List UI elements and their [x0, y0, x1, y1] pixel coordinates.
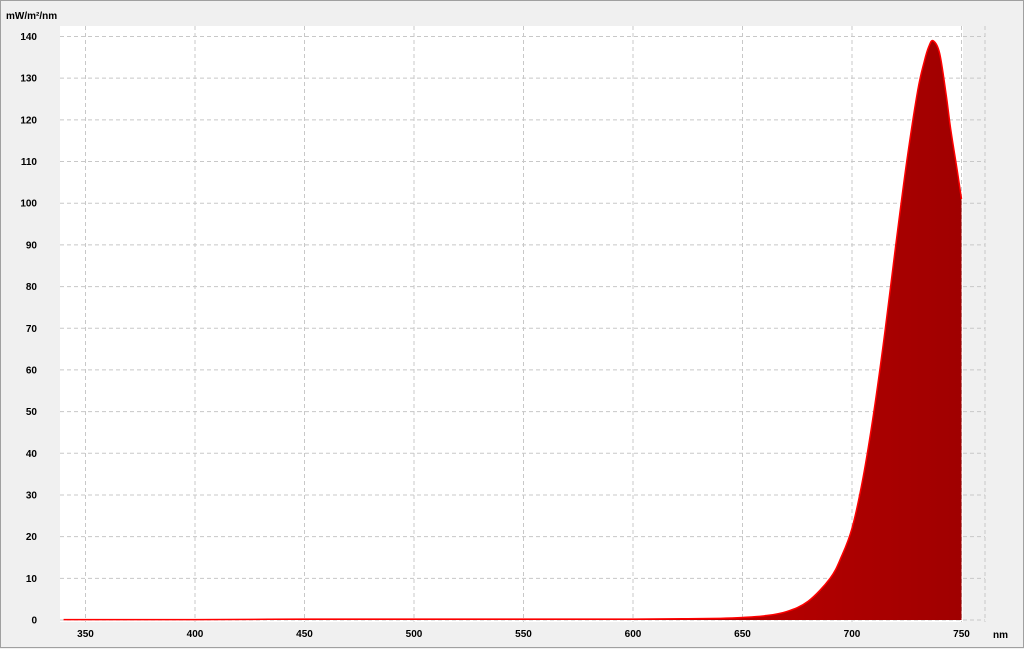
x-tick-label: 400 — [187, 629, 204, 640]
x-tick-label: 450 — [296, 629, 313, 640]
y-tick-label: 70 — [26, 324, 38, 335]
y-tick-label: 40 — [26, 449, 38, 460]
y-tick-label: 60 — [26, 365, 38, 376]
y-tick-label: 10 — [26, 574, 38, 585]
y-tick-label: 50 — [26, 407, 38, 418]
y-tick-label: 120 — [20, 115, 37, 126]
y-tick-label: 30 — [26, 490, 38, 501]
y-tick-label: 100 — [20, 199, 37, 210]
x-tick-label: 700 — [844, 629, 861, 640]
y-tick-label: 0 — [31, 616, 37, 627]
x-axis-label: nm — [993, 630, 1008, 641]
x-tick-label: 550 — [515, 629, 532, 640]
y-tick-labels: 0 10 20 30 40 50 60 70 80 90 100 110 120 130 140 — [20, 32, 37, 627]
x-tick-label: 750 — [953, 629, 970, 640]
y-tick-label: 90 — [26, 240, 38, 251]
y-tick-label: 110 — [21, 157, 38, 168]
chart-frame: 0 10 20 30 40 50 60 70 80 90 100 110 120 130 140 350 40… — [0, 0, 1024, 648]
y-tick-label: 80 — [26, 282, 38, 293]
y-tick-label: 20 — [26, 532, 38, 543]
y-tick-label: 130 — [20, 74, 37, 85]
x-tick-labels: 350 400 450 500 550 600 650 700 750 — [77, 629, 970, 640]
x-tick-label: 650 — [734, 629, 751, 640]
x-tick-label: 350 — [77, 629, 94, 640]
x-tick-label: 500 — [406, 629, 423, 640]
x-tick-label: 600 — [625, 629, 642, 640]
spectrum-chart: 0 10 20 30 40 50 60 70 80 90 100 110 120 130 140 350 40… — [6, 11, 1008, 641]
y-tick-label: 140 — [20, 32, 37, 43]
y-axis-label: mW/m²/nm — [6, 11, 57, 22]
